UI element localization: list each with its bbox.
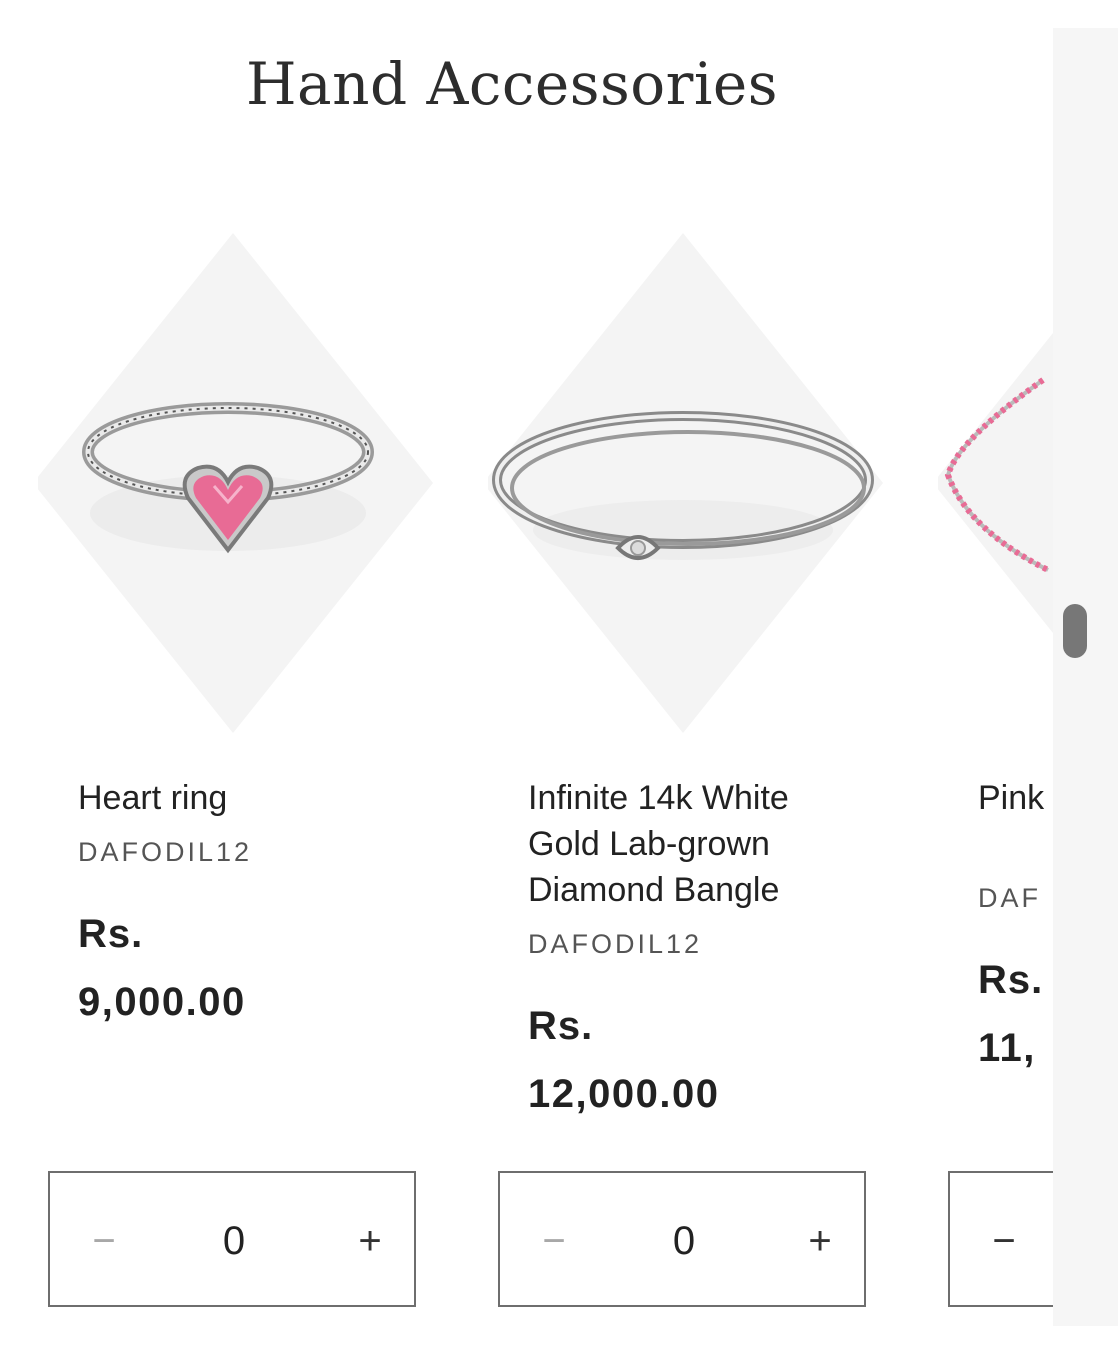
bracelet-image[interactable]: [938, 230, 1053, 735]
quantity-value[interactable]: 0: [634, 1201, 734, 1281]
product-sku: DAFODIL12: [528, 929, 703, 959]
quantity-value[interactable]: 0: [184, 1201, 284, 1281]
scrollbar-thumb[interactable]: [1063, 604, 1087, 658]
price-currency: Rs.: [78, 912, 144, 956]
bangle-image[interactable]: [488, 230, 888, 735]
increase-quantity-button[interactable]: +: [790, 1201, 850, 1281]
decrease-quantity-button[interactable]: −: [974, 1201, 1034, 1281]
heart-ring-image[interactable]: [38, 230, 438, 735]
product-sku: DAFODIL12: [78, 837, 253, 867]
product-name[interactable]: Pink Brac: [978, 775, 1053, 821]
quantity-stepper: −: [948, 1171, 1053, 1307]
increase-quantity-button[interactable]: +: [340, 1201, 400, 1281]
price-amount: 11,: [978, 1026, 1036, 1070]
product-name[interactable]: Heart ring: [78, 775, 418, 821]
product-carousel: Hand Accessories Heart ring DAFODIL12 Rs…: [0, 0, 1053, 1358]
price-amount: 9,000.00: [78, 980, 246, 1024]
price-currency: Rs.: [528, 1004, 594, 1048]
product-name[interactable]: Infinite 14k White Gold Lab-grown Diamon…: [528, 775, 868, 913]
section-title: Hand Accessories: [245, 50, 779, 118]
quantity-stepper: − 0 +: [48, 1171, 416, 1307]
quantity-stepper: − 0 +: [498, 1171, 866, 1307]
decrease-quantity-button[interactable]: −: [74, 1201, 134, 1281]
price-currency: Rs.: [978, 958, 1044, 1002]
product-sku: DAF: [978, 883, 1041, 913]
vertical-scrollbar[interactable]: [1053, 28, 1118, 1326]
decrease-quantity-button[interactable]: −: [524, 1201, 584, 1281]
price-amount: 12,000.00: [528, 1072, 720, 1116]
